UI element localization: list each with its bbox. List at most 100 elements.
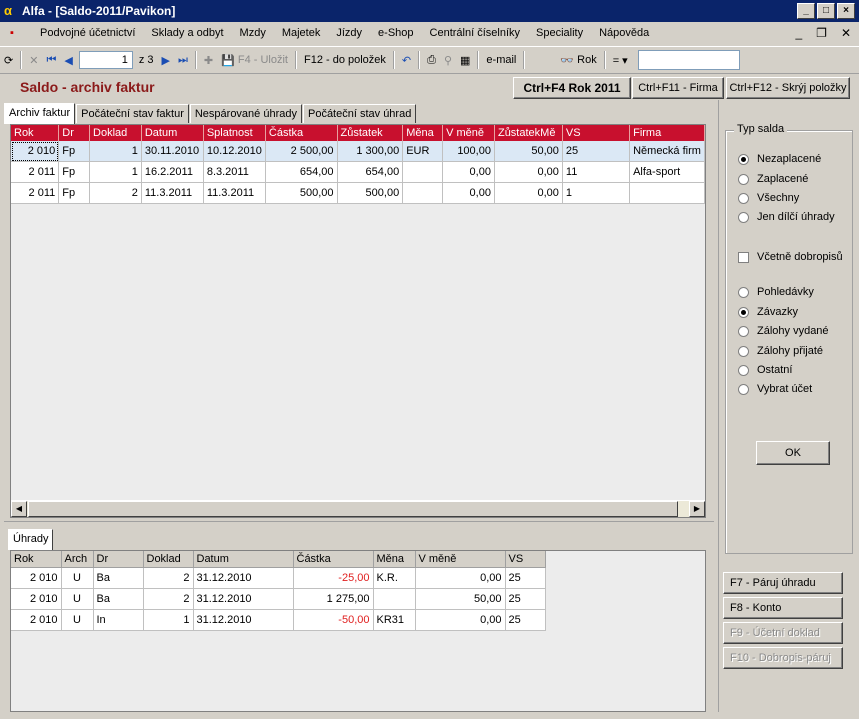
cell[interactable]: U [61, 588, 94, 610]
scroll-left-icon[interactable]: ◀ [11, 501, 27, 517]
refresh-icon[interactable]: ⟳ [0, 50, 17, 70]
table-row[interactable]: 2 011 Fp 2 11.3.2011 11.3.2011 500,00 50… [11, 182, 705, 204]
cell[interactable]: 50,00 [494, 141, 563, 162]
radio-off-icon[interactable] [738, 325, 749, 337]
radio-off-icon[interactable] [738, 383, 749, 395]
cell[interactable]: KR31 [373, 609, 416, 631]
col-datum[interactable]: Datum [193, 551, 294, 568]
cell[interactable]: Německá firm [629, 141, 705, 162]
col-mena[interactable]: Měna [373, 551, 416, 568]
search-input[interactable] [637, 50, 740, 70]
col-doklad[interactable]: Doklad [143, 551, 194, 568]
items-button[interactable]: F12 - do položek [300, 50, 390, 70]
cell[interactable]: 2 500,00 [265, 141, 338, 162]
col-splatnost[interactable]: Splatnost [203, 125, 266, 141]
cell[interactable]: 1 [143, 609, 194, 631]
col-firma[interactable]: Firma [629, 125, 705, 141]
menu-eshop[interactable]: e-Shop [370, 27, 421, 39]
scroll-right-icon[interactable]: ▶ [689, 501, 705, 517]
cell[interactable]: Fp [58, 141, 91, 162]
year-2011-button[interactable]: Ctrl+F4 Rok 2011 [513, 77, 631, 99]
radio-off-icon[interactable] [738, 364, 749, 376]
radio-zalohy-vydane[interactable]: Zálohy vydané [738, 325, 829, 337]
calculator-icon[interactable]: ▦ [456, 50, 474, 70]
page-input[interactable]: 1 [78, 51, 133, 69]
mdi-document-icon[interactable]: ▪ [10, 26, 26, 40]
cell[interactable]: 2 010 [11, 588, 62, 610]
cell[interactable] [373, 588, 416, 610]
year-button[interactable]: 👓 Rok [556, 50, 600, 70]
col-doklad[interactable]: Doklad [89, 125, 142, 141]
cell[interactable]: 2 [89, 182, 142, 204]
cell[interactable]: 0,00 [415, 609, 506, 631]
col-dr[interactable]: Dr [93, 551, 144, 568]
minimize-button[interactable]: _ [797, 3, 815, 19]
cell[interactable]: 0,00 [494, 161, 563, 183]
cell[interactable]: 2 010 [11, 609, 62, 631]
col-arch[interactable]: Arch [61, 551, 94, 568]
col-datum[interactable]: Datum [141, 125, 204, 141]
radio-zaplacene[interactable]: Zaplacené [738, 173, 808, 185]
mdi-minimize-icon[interactable]: _ [795, 26, 802, 40]
tab-nesparovane-uhrady[interactable]: Nespárované úhrady [189, 104, 302, 123]
cell[interactable]: 31.12.2010 [193, 567, 294, 589]
cell[interactable]: 50,00 [415, 588, 506, 610]
operator-dropdown[interactable]: = ▾ [609, 50, 632, 70]
cell[interactable]: 11.3.2011 [203, 182, 266, 204]
cell[interactable]: 2 [143, 588, 194, 610]
cell[interactable] [629, 182, 705, 204]
cell[interactable]: 30.11.2010 [141, 141, 204, 162]
cell[interactable]: -50,00 [293, 609, 374, 631]
tab-pocatecni-stav-uhrad[interactable]: Počáteční stav úhrad [302, 104, 417, 123]
cell[interactable]: -25,00 [293, 567, 374, 589]
cell[interactable]: 1 [562, 182, 631, 204]
hide-items-button[interactable]: Ctrl+F12 - Skrýj položky [726, 77, 850, 99]
radio-on-icon[interactable] [738, 153, 749, 165]
col-rok[interactable]: Rok [11, 125, 60, 141]
menu-mzdy[interactable]: Mzdy [232, 27, 274, 39]
radio-nezaplacene[interactable]: Nezaplacené [738, 153, 821, 165]
cell[interactable] [402, 161, 444, 183]
cell[interactable]: Ba [93, 588, 144, 610]
checkbox-icon[interactable] [738, 251, 749, 263]
cell[interactable]: 2 011 [11, 161, 60, 183]
cell[interactable]: 1 300,00 [337, 141, 404, 162]
radio-ostatni[interactable]: Ostatní [738, 364, 792, 376]
radio-on-icon[interactable] [738, 306, 749, 318]
cell[interactable]: Fp [58, 182, 91, 204]
radio-dilci-uhrady[interactable]: Jen dílčí úhrady [738, 211, 835, 223]
menu-ciselniky[interactable]: Centrální číselníky [422, 27, 528, 39]
pane-splitter[interactable] [4, 521, 714, 528]
cell[interactable]: EUR [402, 141, 444, 162]
mdi-close-icon[interactable]: ✕ [841, 26, 851, 40]
cell[interactable]: 0,00 [415, 567, 506, 589]
cell[interactable]: Ba [93, 567, 144, 589]
cell[interactable]: K.R. [373, 567, 416, 589]
table-row[interactable]: 2 011 Fp 1 16.2.2011 8.3.2011 654,00 654… [11, 161, 705, 183]
tab-archiv-faktur[interactable]: Archiv faktur [4, 103, 76, 124]
col-zustatek-me[interactable]: ZůstatekMě [494, 125, 563, 141]
col-zustatek[interactable]: Zůstatek [337, 125, 404, 141]
checkbox-dobropisy[interactable]: Včetně dobropisů [738, 251, 843, 263]
next-record-icon[interactable]: ▶ [158, 50, 174, 70]
col-vs[interactable]: VS [562, 125, 631, 141]
cell[interactable]: 500,00 [337, 182, 404, 204]
undo-icon[interactable]: ↶ [398, 50, 415, 70]
pair-payment-button[interactable]: F7 - Páruj úhradu [723, 572, 843, 594]
print-icon[interactable]: ⎙ [423, 50, 440, 70]
cell[interactable]: 2 010 [11, 141, 60, 162]
delete-icon[interactable]: ✕ [25, 50, 42, 70]
prev-record-icon[interactable]: ◀ [60, 50, 76, 70]
cell[interactable]: 11 [562, 161, 631, 183]
close-button[interactable]: × [837, 3, 855, 19]
cell[interactable]: 100,00 [442, 141, 495, 162]
radio-off-icon[interactable] [738, 286, 749, 298]
cell[interactable]: 25 [505, 567, 546, 589]
cell[interactable]: 11.3.2011 [141, 182, 204, 204]
cell[interactable]: 31.12.2010 [193, 588, 294, 610]
table-row[interactable]: 2 010 U Ba 2 31.12.2010 -25,00 K.R. 0,00… [11, 567, 546, 589]
save-button[interactable]: 💾 F4 - Uložit [217, 50, 292, 70]
menu-majetek[interactable]: Majetek [274, 27, 329, 39]
radio-vsechny[interactable]: Všechny [738, 192, 799, 204]
cell[interactable]: 654,00 [265, 161, 338, 183]
